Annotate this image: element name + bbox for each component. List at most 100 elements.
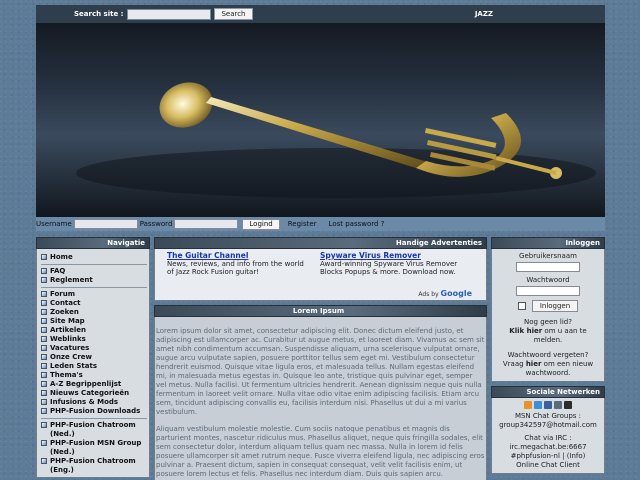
nav-item-label: FAQ xyxy=(50,267,66,275)
no-account-text: Nog geen lid? xyxy=(524,318,572,326)
ad-item: The Guitar Channel News, reviews, and in… xyxy=(167,252,312,297)
nav-item[interactable]: Weblinks xyxy=(41,335,147,344)
register-link[interactable]: Register xyxy=(288,220,317,228)
msn-label: MSN Chat Groups : xyxy=(514,412,582,420)
search-input[interactable] xyxy=(127,8,212,20)
bullet-icon xyxy=(41,300,47,306)
nav-item[interactable]: Thema's xyxy=(41,371,147,380)
ad-text: News, reviews, and info from the world o… xyxy=(167,260,304,276)
register-here-link[interactable]: Klik hier xyxy=(509,327,542,335)
nav-item-label: Onze Crew xyxy=(50,353,92,361)
online-chat-client-link[interactable]: Online Chat Client xyxy=(496,461,600,470)
nav-item-label: Thema's xyxy=(50,371,83,379)
remember-me-checkbox[interactable] xyxy=(517,302,526,310)
search-button[interactable]: Search xyxy=(214,8,253,20)
irc-server-link[interactable]: irc.megachat.be:6667 xyxy=(496,443,600,452)
nav-item[interactable]: Contact xyxy=(41,299,147,308)
rss-icon[interactable] xyxy=(524,401,532,409)
bullet-icon xyxy=(41,254,47,260)
article-paragraph: Lorem ipsum dolor sit amet, consectetur … xyxy=(156,327,485,416)
nav-item-label: PHP-Fusion Chatroom (Ned.) xyxy=(50,421,136,438)
nav-item-label: Site Map xyxy=(50,317,85,325)
nav-item-label: Infusions & Mods xyxy=(50,398,119,406)
nav-item[interactable]: Nieuws Categorieën xyxy=(41,389,147,398)
nav-item-label: Zoeken xyxy=(50,308,79,316)
msn-address: group342597@hotmail.com xyxy=(499,421,597,429)
password-input[interactable] xyxy=(174,219,239,229)
bullet-icon xyxy=(41,363,47,369)
ads-panel: The Guitar Channel News, reviews, and in… xyxy=(154,249,487,301)
nav-item[interactable]: Artikelen xyxy=(41,326,147,335)
inloggen-button[interactable]: Inloggen xyxy=(531,300,579,312)
register-line-text: om u aan te melden. xyxy=(533,327,587,344)
google-logo: Google xyxy=(440,289,472,298)
nav-item-label: Artikelen xyxy=(50,326,86,334)
bullet-icon xyxy=(41,268,47,274)
top-search-bar: Search site : Search JAZZ xyxy=(36,5,605,23)
bullet-icon xyxy=(41,399,47,405)
bullet-icon xyxy=(41,458,47,464)
nav-item-label: PHP-Fusion Downloads xyxy=(50,407,141,415)
username-input[interactable] xyxy=(73,219,138,229)
nav-item[interactable]: Zoeken xyxy=(41,308,147,317)
nav-item[interactable]: Forum xyxy=(41,290,147,299)
nav-item[interactable]: Leden Stats xyxy=(41,362,147,371)
bullet-icon xyxy=(41,318,47,324)
nav-divider xyxy=(41,264,147,265)
site-tagline: JAZZ xyxy=(474,10,493,18)
right-sidebar: Inloggen Gebruikersnaam Wachtwoord Inlog… xyxy=(491,237,605,480)
login-button[interactable]: Logind xyxy=(242,218,280,230)
social-panel: MSN Chat Groups : group342597@hotmail.co… xyxy=(491,398,605,474)
nav-item[interactable]: PHP-Fusion Downloads xyxy=(41,407,147,416)
nav-item-label: Leden Stats xyxy=(50,362,98,370)
nav-item[interactable]: Site Map xyxy=(41,317,147,326)
lost-password-link[interactable]: Lost password ? xyxy=(329,220,385,228)
ads-by-google[interactable]: Ads by Google xyxy=(418,289,472,298)
header-banner-image xyxy=(36,23,605,217)
nav-item-label: Vacatures xyxy=(50,344,90,352)
bullet-icon xyxy=(41,309,47,315)
nav-item[interactable]: Reglement xyxy=(41,276,147,285)
delicious-icon[interactable] xyxy=(554,401,562,409)
ad-title-link[interactable]: The Guitar Channel xyxy=(167,252,312,260)
article-body: Lorem ipsum dolor sit amet, consectetur … xyxy=(154,317,487,480)
social-icons xyxy=(496,401,600,409)
irc-channel[interactable]: #phpfusion-nl | (Info) xyxy=(496,452,600,461)
login-password-input[interactable] xyxy=(516,286,580,296)
irc-label: Chat via IRC : xyxy=(524,434,572,442)
nav-item[interactable]: A-Z Begrippenlijst xyxy=(41,380,147,389)
nav-divider xyxy=(41,287,147,288)
reset-line: Vraag hier om een nieuw wachtwoord. xyxy=(496,360,600,378)
nav-item[interactable]: Onze Crew xyxy=(41,353,147,362)
bullet-icon xyxy=(41,354,47,360)
bullet-icon xyxy=(41,336,47,342)
nav-item[interactable]: PHP-Fusion Chatroom (Eng.) xyxy=(41,457,147,475)
nav-item[interactable]: PHP-Fusion Chatroom (Ned.) xyxy=(41,421,147,439)
nav-item[interactable]: PHP-Fusion MSN Group (Ned.) xyxy=(41,439,147,457)
nav-item-label: Home xyxy=(50,253,73,261)
left-sidebar: Navigatie Home FAQ Reglement Forum Contact Zo… xyxy=(36,237,150,480)
myspace-icon[interactable] xyxy=(564,401,572,409)
trumpet-image xyxy=(36,82,605,217)
nav-item[interactable]: Home xyxy=(41,253,147,262)
register-line: Klik hier om u aan te melden. xyxy=(496,327,600,345)
bullet-icon xyxy=(41,422,47,428)
nav-item[interactable]: Infusions & Mods xyxy=(41,398,147,407)
nav-item[interactable]: Vacatures xyxy=(41,344,147,353)
login-panel-title: Inloggen xyxy=(491,237,605,249)
login-panel: Gebruikersnaam Wachtwoord Inloggen Nog g… xyxy=(491,249,605,382)
nav-item-label: A-Z Begrippenlijst xyxy=(50,380,122,388)
page: Search site : Search JAZZ Username Passw… xyxy=(36,5,605,480)
navigation-panel-title: Navigatie xyxy=(36,237,150,249)
ad-title-link[interactable]: Spyware Virus Remover xyxy=(320,252,465,260)
bullet-icon xyxy=(41,372,47,378)
facebook-icon[interactable] xyxy=(544,401,552,409)
twitter-icon[interactable] xyxy=(534,401,542,409)
nav-item-label: PHP-Fusion Chatroom (Eng.) xyxy=(50,457,136,474)
login-username-input[interactable] xyxy=(516,262,580,272)
bullet-icon xyxy=(41,390,47,396)
ad-text: Award-winning Spyware Virus Remover Bloc… xyxy=(320,260,458,276)
nav-item[interactable]: FAQ xyxy=(41,267,147,276)
reset-password-link[interactable]: hier xyxy=(526,360,542,368)
login-username-label: Gebruikersnaam xyxy=(519,252,577,260)
